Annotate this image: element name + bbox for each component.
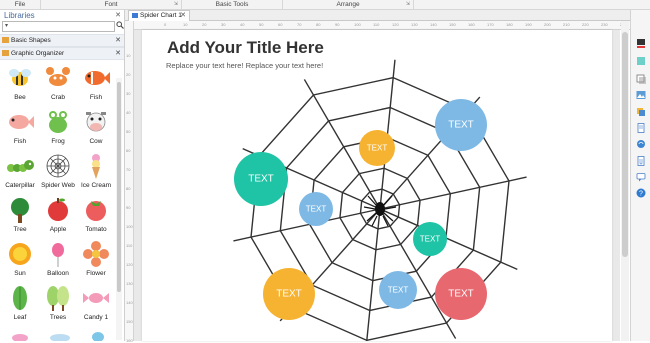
text-bubble[interactable]: TEXT [413, 222, 447, 256]
bubble-label: TEXT [306, 205, 327, 214]
help-icon[interactable]: ? [636, 188, 646, 198]
bubble-label: TEXT [276, 289, 302, 300]
spider-chart-diagram[interactable]: TEXT TEXT TEXT TEXT TEXT TEXT TEXT TEXT [0, 0, 650, 341]
line-icon[interactable] [636, 56, 646, 66]
bubble-label: TEXT [388, 286, 409, 295]
right-sidebar: ? [630, 10, 650, 341]
text-bubble[interactable]: TEXT [299, 192, 333, 226]
layers-icon[interactable] [636, 107, 646, 117]
svg-text:?: ? [639, 190, 643, 197]
bubble-label: TEXT [367, 144, 388, 153]
spider-body [375, 202, 385, 216]
text-bubble[interactable]: TEXT [359, 130, 395, 166]
web-spoke [379, 208, 518, 271]
web-spoke [379, 176, 527, 210]
text-bubble[interactable]: TEXT [435, 268, 487, 320]
bubble-label: TEXT [248, 174, 274, 185]
image-icon[interactable] [636, 90, 646, 100]
page-icon[interactable] [636, 123, 646, 133]
bubble-label: TEXT [420, 235, 441, 244]
text-bubble[interactable]: TEXT [263, 268, 315, 320]
hyperlink-icon[interactable] [636, 139, 646, 149]
attachment-icon[interactable] [636, 156, 646, 166]
text-bubble[interactable]: TEXT [234, 152, 288, 206]
fill-icon[interactable] [636, 38, 646, 48]
bubble-label: TEXT [448, 289, 474, 300]
comment-icon[interactable] [636, 172, 646, 182]
text-bubble[interactable]: TEXT [379, 271, 417, 309]
web-spoke [366, 208, 381, 341]
shadow-icon[interactable] [636, 74, 646, 84]
bubble-label: TEXT [448, 120, 474, 131]
text-bubble[interactable]: TEXT [435, 99, 487, 151]
canvas-scroll-thumb[interactable] [622, 32, 628, 257]
